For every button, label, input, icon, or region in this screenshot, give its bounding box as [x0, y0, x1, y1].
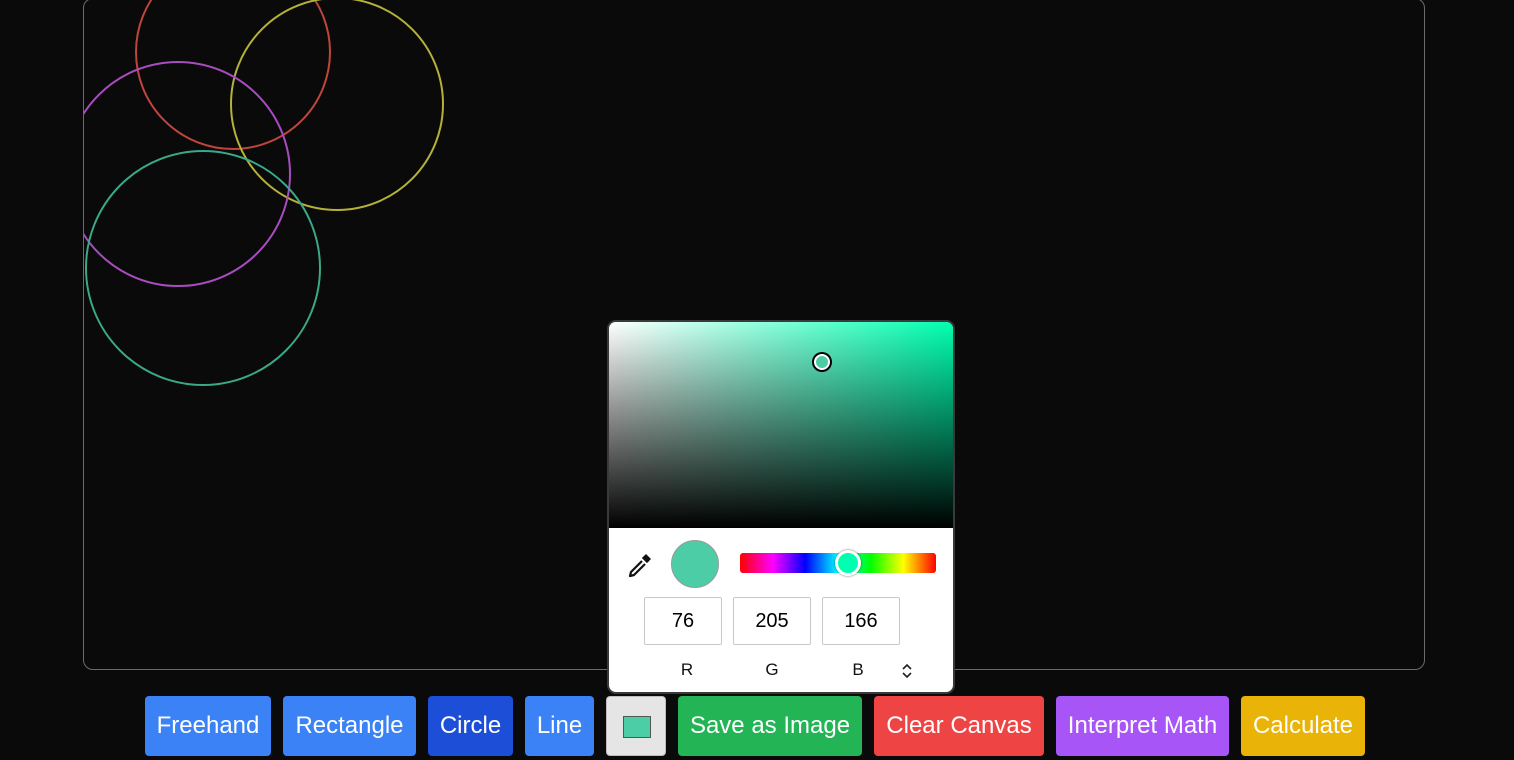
- red-input[interactable]: [644, 597, 722, 645]
- color-picker-button[interactable]: [606, 696, 666, 756]
- save-as-image-button[interactable]: Save as Image: [678, 696, 862, 756]
- hue-slider[interactable]: [740, 550, 936, 576]
- selected-color-swatch: [623, 716, 651, 738]
- color-preview-swatch: [671, 540, 719, 588]
- green-input[interactable]: [733, 597, 811, 645]
- drawn-circle: [230, 0, 444, 211]
- circle-button[interactable]: Circle: [428, 696, 513, 756]
- color-picker-popup: R G B: [607, 320, 955, 694]
- value-gradient: [609, 322, 953, 528]
- hue-slider-thumb[interactable]: [835, 550, 861, 576]
- eyedropper-icon[interactable]: [625, 550, 655, 580]
- red-label: R: [680, 660, 694, 679]
- chevron-up-down-icon[interactable]: [899, 661, 915, 681]
- saturation-value-area[interactable]: [609, 322, 953, 528]
- toolbar: Freehand Rectangle Circle Line Save as I…: [0, 696, 1514, 756]
- rectangle-button[interactable]: Rectangle: [283, 696, 416, 756]
- line-button[interactable]: Line: [525, 696, 594, 756]
- green-label: G: [765, 660, 779, 679]
- blue-label: B: [852, 660, 864, 679]
- saturation-value-cursor[interactable]: [814, 354, 830, 370]
- calculate-button[interactable]: Calculate: [1241, 696, 1365, 756]
- clear-canvas-button[interactable]: Clear Canvas: [874, 696, 1044, 756]
- drawn-circle: [84, 61, 291, 287]
- drawn-circle: [85, 150, 321, 386]
- blue-input[interactable]: [822, 597, 900, 645]
- interpret-math-button[interactable]: Interpret Math: [1056, 696, 1229, 756]
- freehand-button[interactable]: Freehand: [145, 696, 271, 756]
